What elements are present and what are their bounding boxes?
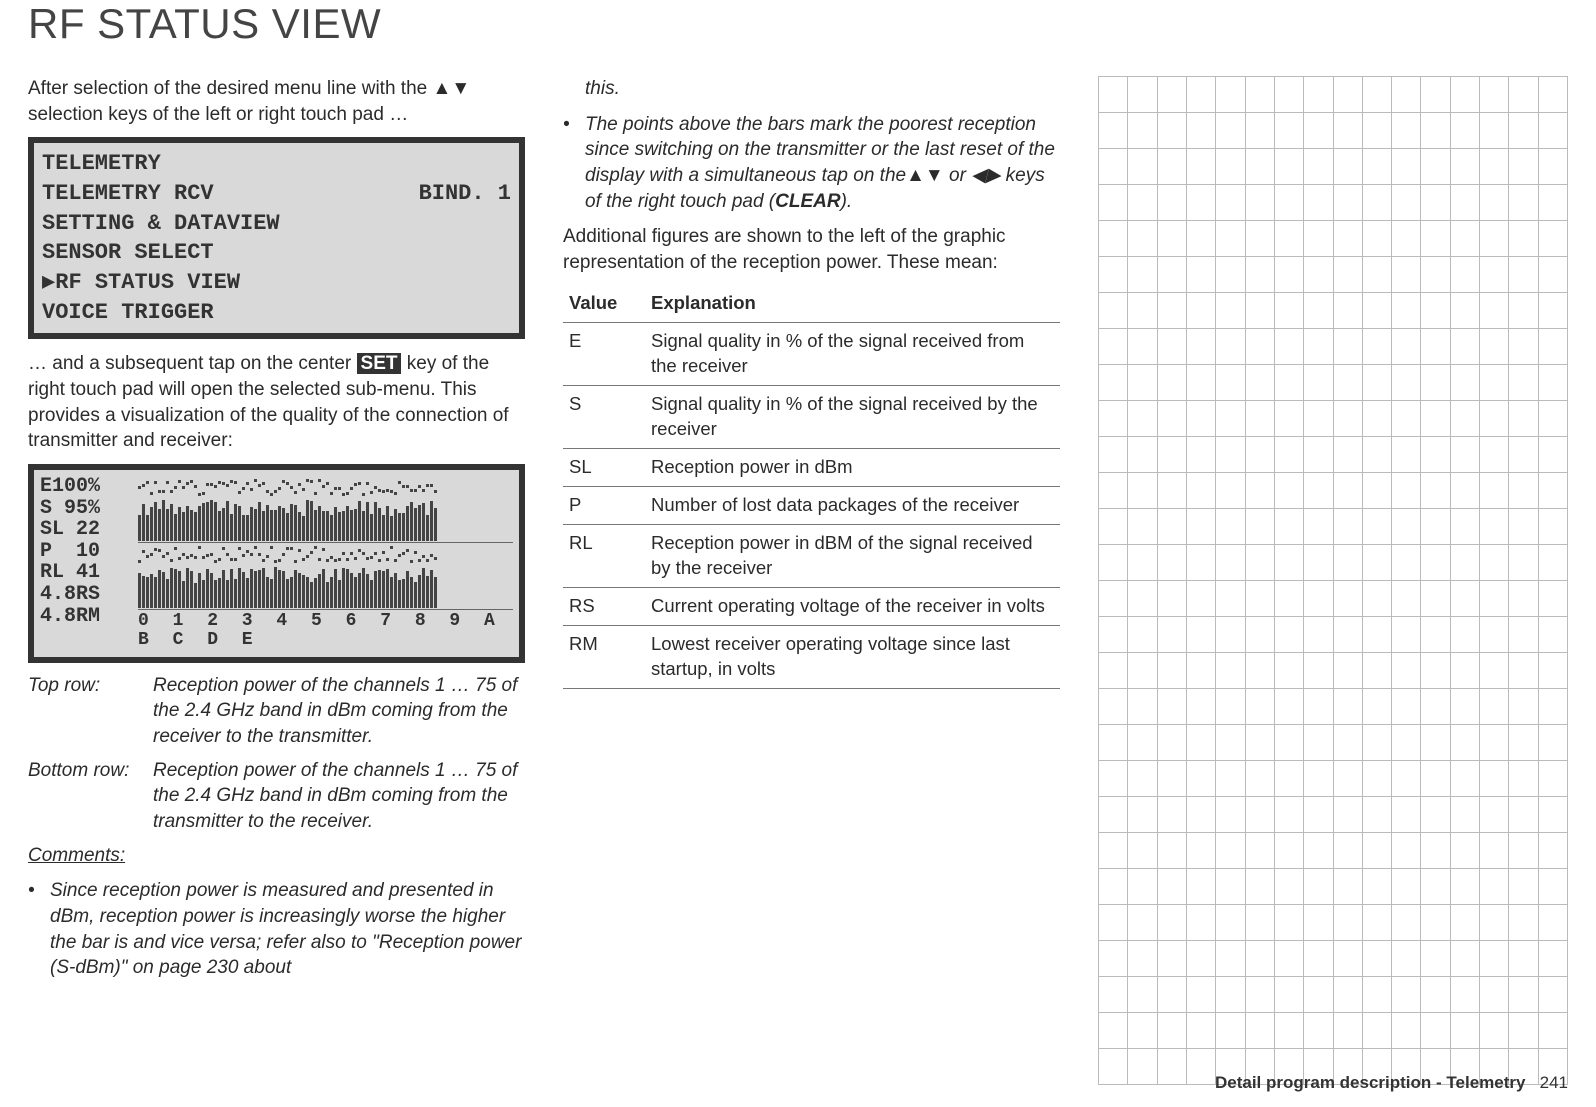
menu-line-bind: BIND. 1: [419, 179, 511, 209]
table-row: SSignal quality in % of the signal recei…: [563, 386, 1060, 449]
c2-or: or: [944, 165, 971, 186]
explanation-cell: Reception power in dBm: [645, 449, 1060, 487]
table-row: RSCurrent operating voltage of the recei…: [563, 588, 1060, 626]
comment-cont: this.: [585, 76, 1060, 102]
note-grid: [1098, 76, 1568, 1085]
explanation-cell: Lowest receiver operating voltage since …: [645, 626, 1060, 689]
explanation-cell: Signal quality in % of the signal receiv…: [645, 323, 1060, 386]
intro-text-before: After selection of the desired menu line…: [28, 78, 433, 99]
table-row: ESignal quality in % of the signal recei…: [563, 323, 1060, 386]
comments-heading: Comments:: [28, 843, 525, 869]
menu-line-telemetry: TELEMETRY: [42, 149, 511, 179]
page-title: RF STATUS VIEW: [28, 0, 1568, 48]
bullet-dot-icon: •: [563, 112, 585, 215]
rf-status-box: E100% S 95% SL 22 P 10 RL 41 4.8RS 4.8RM…: [28, 464, 525, 663]
value-cell: S: [563, 386, 645, 449]
value-cell: SL: [563, 449, 645, 487]
page-footer: Detail program description - Telemetry 2…: [1215, 1073, 1568, 1093]
rf-top-dots: [138, 476, 513, 497]
set-key-icon: SET: [357, 353, 402, 374]
value-cell: P: [563, 487, 645, 525]
menu-line-setting: SETTING & DATAVIEW: [42, 209, 511, 239]
explanation-cell: Signal quality in % of the signal receiv…: [645, 386, 1060, 449]
value-cell: E: [563, 323, 645, 386]
rf-rm: 4.8RM: [40, 606, 130, 628]
comment-1: Since reception power is measured and pr…: [50, 878, 525, 981]
updown-arrows-icon: ▲▼: [433, 78, 471, 99]
bullet-dot-icon: •: [28, 878, 50, 981]
updown-arrows-icon: ▲▼: [906, 165, 944, 186]
value-cell: RS: [563, 588, 645, 626]
rf-bottom-dots: [138, 543, 513, 564]
clear-label: CLEAR: [775, 191, 840, 212]
th-explanation: Explanation: [645, 285, 1060, 322]
value-cell: RL: [563, 525, 645, 588]
telemetry-menu-box: TELEMETRY TELEMETRY RCV BIND. 1 SETTING …: [28, 137, 525, 339]
explanation-cell: Current operating voltage of the receive…: [645, 588, 1060, 626]
top-row-text: Reception power of the channels 1 … 75 o…: [153, 673, 525, 750]
rf-s: S 95%: [40, 498, 130, 520]
rf-rs: 4.8RS: [40, 584, 130, 606]
comment-2: The points above the bars mark the poore…: [585, 112, 1060, 215]
rf-sl: SL 22: [40, 519, 130, 541]
menu-line-rcv: TELEMETRY RCV: [42, 179, 214, 209]
c2-end: ).: [841, 191, 853, 212]
intro-paragraph: After selection of the desired menu line…: [28, 76, 525, 127]
table-row: RLReception power in dBM of the signal r…: [563, 525, 1060, 588]
mid-paragraph: … and a subsequent tap on the center SET…: [28, 351, 525, 454]
explanation-cell: Number of lost data packages of the rece…: [645, 487, 1060, 525]
intro2: Additional figures are shown to the left…: [563, 224, 1060, 275]
leftright-arrows-icon: ◀▶: [971, 165, 1000, 186]
rf-e: E100%: [40, 476, 130, 498]
value-cell: RM: [563, 626, 645, 689]
mid-before: … and a subsequent tap on the center: [28, 353, 357, 374]
page-number: 241: [1540, 1073, 1568, 1092]
intro-text-after: selection keys of the left or right touc…: [28, 104, 408, 125]
rf-bottom-bars: [138, 564, 513, 610]
table-row: SLReception power in dBm: [563, 449, 1060, 487]
menu-line-rf: ▶RF STATUS VIEW: [42, 268, 511, 298]
rf-p: P 10: [40, 541, 130, 563]
top-row-label: Top row:: [28, 673, 153, 750]
rf-axis: 0 1 2 3 4 5 6 7 8 9 A B C D E: [138, 612, 513, 651]
bottom-row-text: Reception power of the channels 1 … 75 o…: [153, 758, 525, 835]
value-table: Value Explanation ESignal quality in % o…: [563, 285, 1060, 689]
th-value: Value: [563, 285, 645, 322]
menu-line-sensor: SENSOR SELECT: [42, 238, 511, 268]
bottom-row-label: Bottom row:: [28, 758, 153, 835]
table-row: PNumber of lost data packages of the rec…: [563, 487, 1060, 525]
footer-text: Detail program description - Telemetry: [1215, 1073, 1525, 1092]
explanation-cell: Reception power in dBM of the signal rec…: [645, 525, 1060, 588]
rf-rl: RL 41: [40, 562, 130, 584]
rf-top-bars: [138, 497, 513, 543]
menu-line-voice: VOICE TRIGGER: [42, 298, 511, 328]
table-row: RMLowest receiver operating voltage sinc…: [563, 626, 1060, 689]
